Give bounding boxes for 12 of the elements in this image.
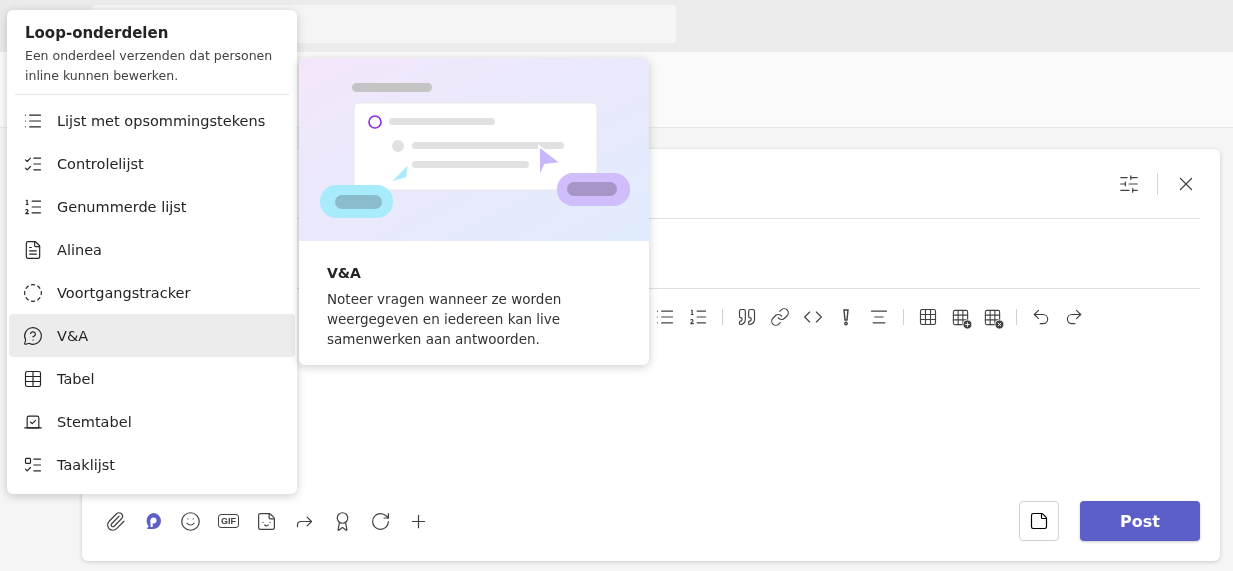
- note-icon: [1029, 511, 1049, 531]
- preview-title: V&A: [326, 264, 362, 281]
- menu-item[interactable]: V&A: [9, 314, 295, 357]
- post-button[interactable]: Post: [1080, 501, 1200, 541]
- table-icon: [23, 368, 43, 389]
- gif-button[interactable]: GIF: [215, 511, 242, 531]
- menu-title: Loop-onderdelen: [24, 24, 170, 42]
- menu-description: Een onderdeel verzenden dat personen inline kunnen bewerken.: [24, 47, 274, 85]
- paragraph-icon: [23, 239, 43, 260]
- qna-icon: [23, 325, 43, 346]
- preview-description: Noteer vragen wanneer ze worden weergegeven en iedereen kan live samenwerken aan antwoorden.: [326, 290, 563, 349]
- notes-button[interactable]: [1019, 501, 1059, 541]
